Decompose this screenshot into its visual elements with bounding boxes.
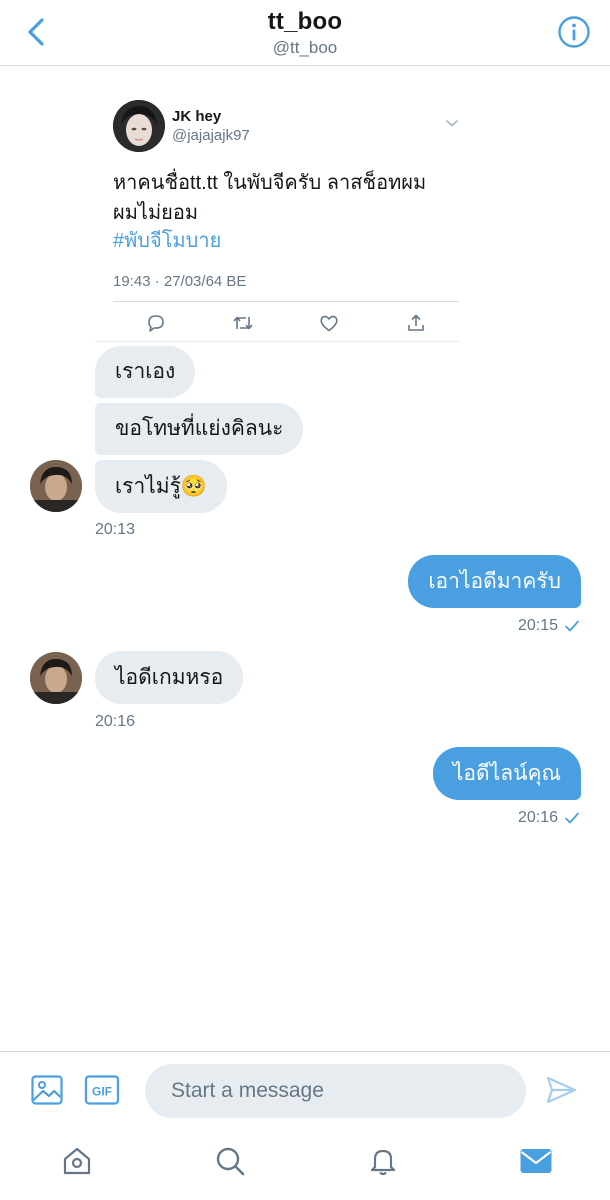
tweet-hashtag[interactable]: #พับจีโมบาย (113, 226, 221, 256)
bottom-navigation (0, 1131, 610, 1200)
image-icon (31, 1075, 63, 1105)
message-timestamp: 20:13 (95, 521, 136, 538)
tweet-actions (113, 308, 459, 338)
incoming-message[interactable]: ไอดีเกมหรอ (95, 651, 244, 704)
add-photo-button[interactable] (29, 1072, 65, 1108)
info-icon (558, 16, 590, 48)
nav-home[interactable] (59, 1143, 95, 1179)
nav-notifications[interactable] (365, 1143, 401, 1179)
checkmark-icon (565, 812, 579, 824)
tweet-author-avatar[interactable] (113, 100, 165, 152)
reply-button[interactable] (143, 310, 169, 336)
outgoing-message[interactable]: ไอดีไลน์คุณ (432, 747, 581, 800)
share-icon (407, 314, 424, 331)
message-composer: GIF (0, 1051, 610, 1131)
send-icon (546, 1076, 577, 1104)
info-button[interactable] (556, 14, 592, 50)
chevron-down-icon (446, 120, 458, 127)
tweet-divider (113, 301, 459, 302)
send-button[interactable] (543, 1072, 579, 1108)
message-timestamp: 20:16 (95, 713, 136, 730)
tweet-menu-button[interactable] (445, 116, 459, 130)
conversation-handle: @tt_boo (272, 38, 338, 57)
message-timestamp: 20:15 (517, 617, 558, 634)
notifications-icon (370, 1149, 396, 1176)
like-button[interactable] (316, 310, 342, 336)
contact-avatar[interactable] (30, 652, 82, 704)
tweet-text: หาคนชื่อtt.tt ในพับจีครับ ลาสช็อทผม ผมไม… (113, 172, 427, 224)
outgoing-message[interactable]: เอาไอดีมาครับ (408, 555, 581, 608)
messages-icon (520, 1149, 552, 1173)
nav-messages[interactable] (518, 1143, 554, 1179)
contact-avatar[interactable] (30, 460, 82, 512)
message-status: 20:15 (518, 617, 580, 635)
shared-tweet-card[interactable]: JK hey @jajajajk97 หาคนชื่อtt.tt ในพับจี… (95, 82, 459, 342)
tweet-author-handle: @jajajajk97 (172, 127, 250, 144)
tweet-timestamp: 19:43 · 27/03/64 BE (113, 273, 247, 290)
tweet-card-border (95, 341, 459, 342)
gif-icon: GIF (84, 1075, 120, 1105)
heart-icon (320, 315, 338, 332)
conversation-header: tt_boo @tt_boo (0, 0, 610, 66)
share-button[interactable] (403, 310, 429, 336)
checkmark-icon (565, 620, 579, 632)
retweet-icon (233, 316, 253, 330)
message-input[interactable] (145, 1064, 526, 1118)
incoming-message[interactable]: เราเอง (95, 346, 196, 398)
incoming-message[interactable]: เราไม่รู้🥺 (95, 460, 228, 513)
retweet-button[interactable] (230, 310, 256, 336)
incoming-message[interactable]: ขอโทษที่แย่งคิลนะ (95, 403, 304, 455)
message-timestamp: 20:16 (517, 809, 558, 826)
reply-icon (148, 315, 165, 332)
home-icon (63, 1147, 91, 1175)
search-icon (216, 1147, 245, 1176)
gif-label: GIF (92, 1085, 112, 1099)
add-gif-button[interactable]: GIF (84, 1072, 120, 1108)
conversation-title: tt_boo (267, 8, 343, 35)
nav-search[interactable] (212, 1143, 248, 1179)
tweet-author-name: JK hey (172, 108, 222, 125)
message-status: 20:16 (518, 809, 580, 827)
